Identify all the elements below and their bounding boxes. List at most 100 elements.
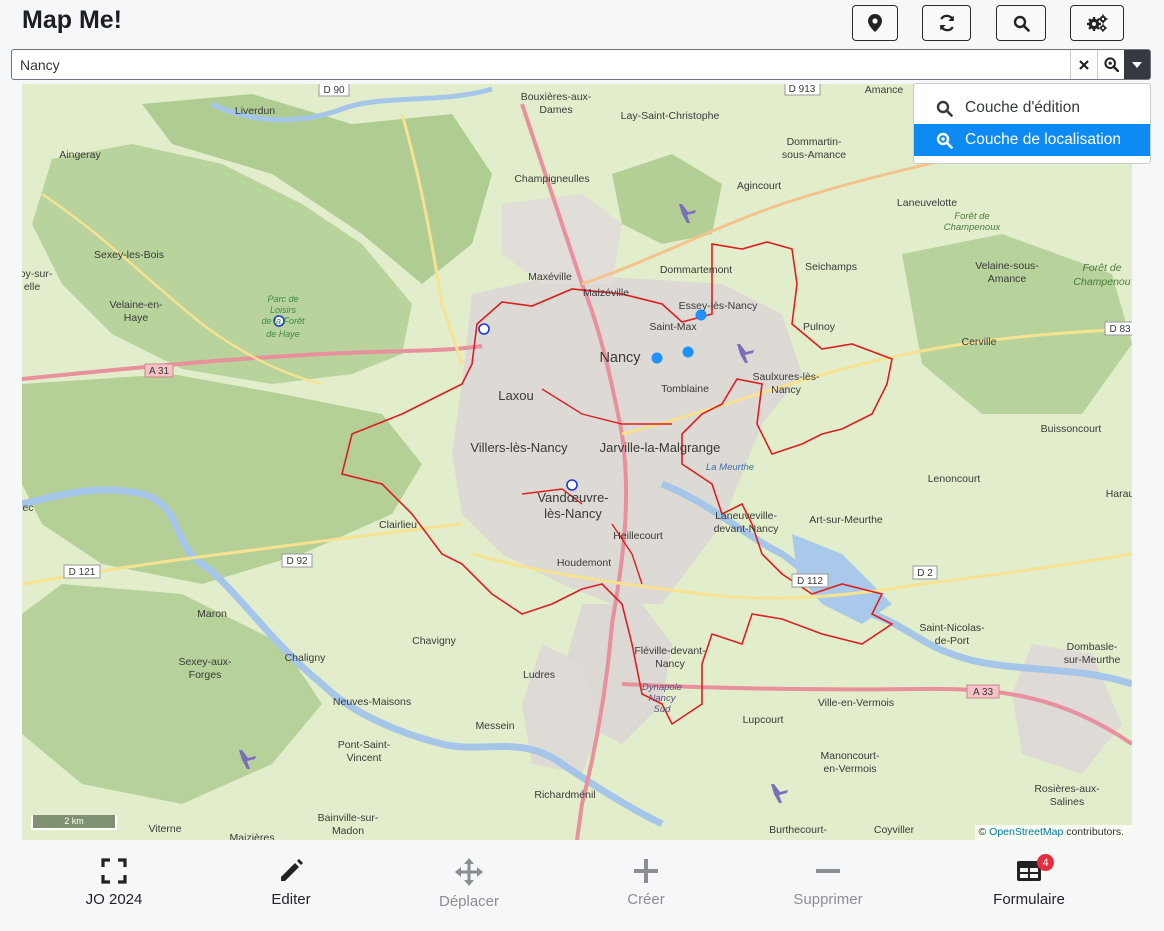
place-label: en-Vermois	[823, 763, 876, 775]
menu-item-label: Couche d'édition	[965, 99, 1080, 116]
menu-item-location-layer[interactable]: Couche de localisation	[914, 124, 1150, 156]
place-label: Ville-en-Vermois	[818, 697, 894, 709]
place-label: Manoncourt-	[821, 750, 880, 762]
place-label: Lay-Saint-Christophe	[621, 110, 720, 122]
place-label: Liverdun	[235, 105, 275, 117]
caret-down-icon	[1132, 61, 1142, 68]
map-marker	[566, 479, 578, 491]
place-label: sous-Amance	[782, 149, 846, 161]
place-label: Sexey-les-Bois	[94, 249, 164, 261]
place-label: Madon	[332, 825, 364, 837]
place-label: Laxou	[498, 388, 533, 403]
fullscreen-button[interactable]: JO 2024	[49, 858, 179, 908]
place-label: Rosières-aux-	[1034, 783, 1100, 795]
river-label: La Meurthe	[706, 462, 754, 473]
zone-label: Sud	[654, 704, 672, 715]
place-label: elle	[24, 281, 41, 293]
place-label: Neuves-Maisons	[333, 696, 411, 708]
road-label: D 90	[323, 85, 345, 96]
app-title: Map Me!	[22, 6, 122, 34]
refresh-icon	[939, 14, 954, 32]
zone-label: Nancy	[649, 693, 677, 704]
map-view[interactable]: D 90 D 913 A 31 D 92 D 121 D 112 D 2 A 3…	[22, 84, 1132, 840]
button-label: Supprimer	[793, 891, 863, 908]
place-label: Dames	[539, 104, 572, 116]
search-location-icon	[936, 132, 953, 149]
place-label: Lenoncourt	[928, 473, 981, 485]
place-label: Pulnoy	[803, 321, 836, 333]
menu-item-label: Couche de localisation	[965, 131, 1121, 148]
search-icon	[936, 100, 953, 117]
attribution-prefix: ©	[978, 826, 990, 838]
place-label: de-Port	[935, 635, 970, 647]
park-label: Parc de	[267, 294, 298, 304]
place-label: Forges	[189, 669, 222, 681]
minus-icon	[816, 869, 840, 873]
place-label: Harau	[1106, 488, 1132, 500]
move-button[interactable]: Déplacer	[404, 858, 534, 910]
place-label: Burthecourt-	[769, 824, 827, 836]
place-label: Maizières	[230, 832, 275, 840]
gears-icon	[1087, 14, 1108, 32]
road-label: D 121	[69, 567, 96, 578]
place-label: Bainville-sur-	[318, 812, 379, 824]
map-marker	[651, 352, 663, 364]
layer-dropdown-toggle[interactable]	[1124, 50, 1150, 79]
menu-item-edit-layer[interactable]: Couche d'édition	[914, 92, 1150, 124]
zone-label: Dynapole	[642, 682, 682, 693]
search-location-icon	[1103, 57, 1119, 72]
forest-area	[612, 154, 722, 244]
settings-button[interactable]	[1070, 5, 1124, 41]
map-marker-icon	[868, 14, 882, 32]
place-label: Ludres	[523, 669, 555, 681]
place-label: Nancy	[771, 384, 802, 396]
forest-label: Champenou	[1073, 276, 1130, 288]
place-label: Coyviller	[874, 824, 915, 836]
road-label: D 913	[789, 84, 816, 95]
place-label: Richardménil	[534, 789, 595, 801]
place-label: Aingeray	[59, 149, 101, 161]
delete-button[interactable]: Supprimer	[763, 858, 893, 908]
road-label: D 83	[1109, 324, 1131, 335]
button-label: Formulaire	[993, 891, 1065, 908]
map-marker	[682, 346, 694, 358]
attribution-suffix: contributors.	[1063, 826, 1124, 838]
clear-search-button[interactable]	[1070, 50, 1097, 79]
map-marker	[478, 323, 490, 335]
osm-link[interactable]: OpenStreetMap	[989, 826, 1063, 838]
place-label: Viterne	[148, 823, 181, 835]
form-button[interactable]: 4 Formulaire	[964, 854, 1094, 908]
place-label: Velaine-en-	[109, 299, 163, 311]
park-label: Loisirs	[270, 305, 297, 315]
place-label: Saint-Nicolas-	[919, 622, 985, 634]
forest-label: Champenoux	[944, 222, 1002, 233]
layer-dropdown-menu: Couche d'édition Couche de localisation	[913, 83, 1151, 164]
create-button[interactable]: Créer	[581, 858, 711, 908]
bottom-toolbar: JO 2024 Editer Déplacer Créer Supprimer …	[0, 844, 1164, 931]
pencil-icon	[281, 859, 303, 881]
forest-label: Forêt de	[954, 211, 989, 222]
search-button[interactable]	[996, 5, 1046, 41]
road-label: A 33	[973, 687, 993, 698]
park-label: de Haye	[266, 329, 300, 339]
locate-button[interactable]	[852, 5, 898, 41]
place-label: Laneuveville-	[715, 510, 777, 522]
location-search-input[interactable]	[12, 50, 1070, 79]
place-label: oy-sur-	[22, 268, 53, 280]
place-label: Essey-lès-Nancy	[679, 300, 759, 312]
place-label: Malzéville	[583, 287, 629, 299]
place-label: Maron	[197, 608, 227, 620]
place-label: Agincourt	[737, 180, 781, 192]
place-label: Maxéville	[528, 271, 572, 283]
place-label: Amance	[865, 84, 904, 96]
place-label: Seichamps	[805, 261, 857, 273]
place-label: Chaligny	[285, 652, 327, 664]
locate-search-button[interactable]	[1097, 50, 1124, 79]
place-label: Saint-Max	[649, 321, 697, 333]
plus-icon	[634, 859, 658, 883]
urban-area	[452, 274, 802, 604]
forest-area	[22, 584, 322, 804]
place-label: Vincent	[347, 752, 382, 764]
edit-button[interactable]: Editer	[226, 858, 356, 908]
refresh-button[interactable]	[922, 5, 971, 41]
